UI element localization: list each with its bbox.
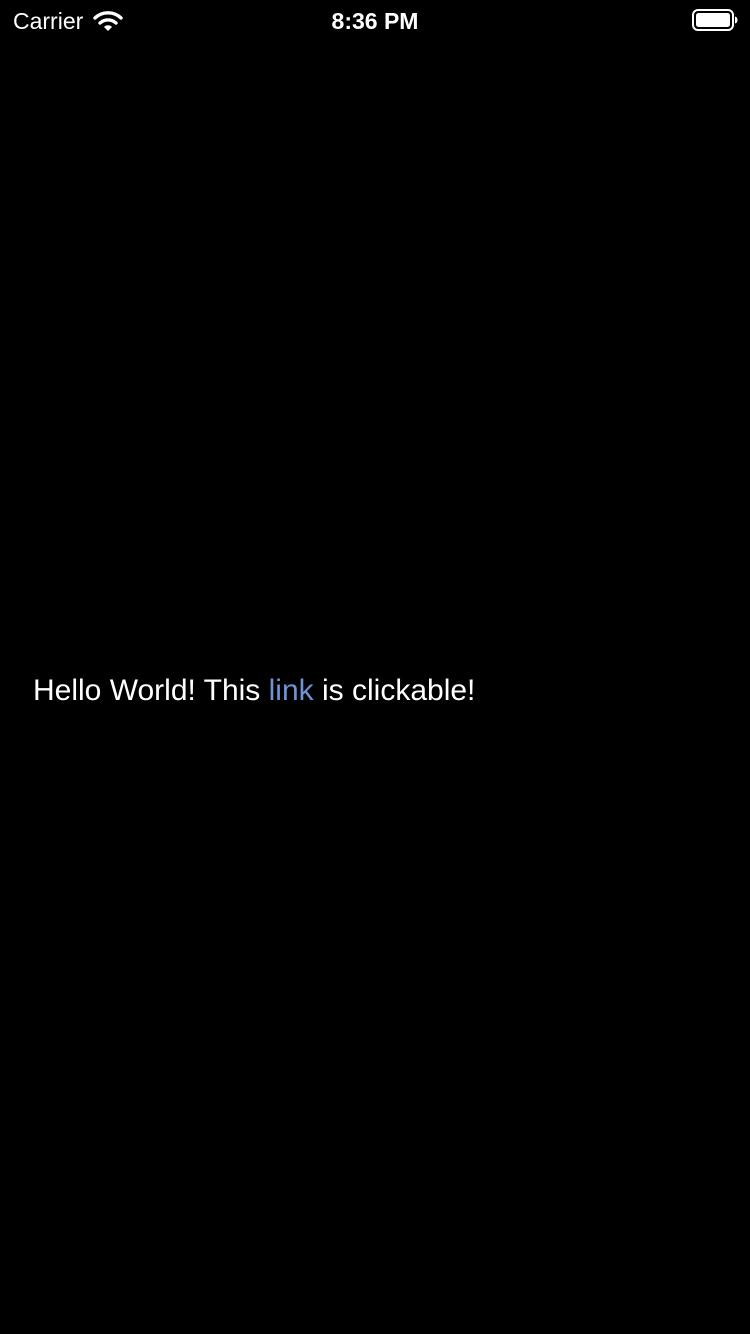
message-text-before: Hello World! This [33,674,269,707]
status-bar: Carrier 8:36 PM [0,0,750,40]
main-content: Hello World! This link is clickable! [33,672,723,710]
hello-message: Hello World! This link is clickable! [33,672,723,710]
battery-icon [692,9,738,31]
inline-link[interactable]: link [269,674,314,707]
status-time: 8:36 PM [331,8,419,34]
message-text-after: is clickable! [313,674,476,707]
